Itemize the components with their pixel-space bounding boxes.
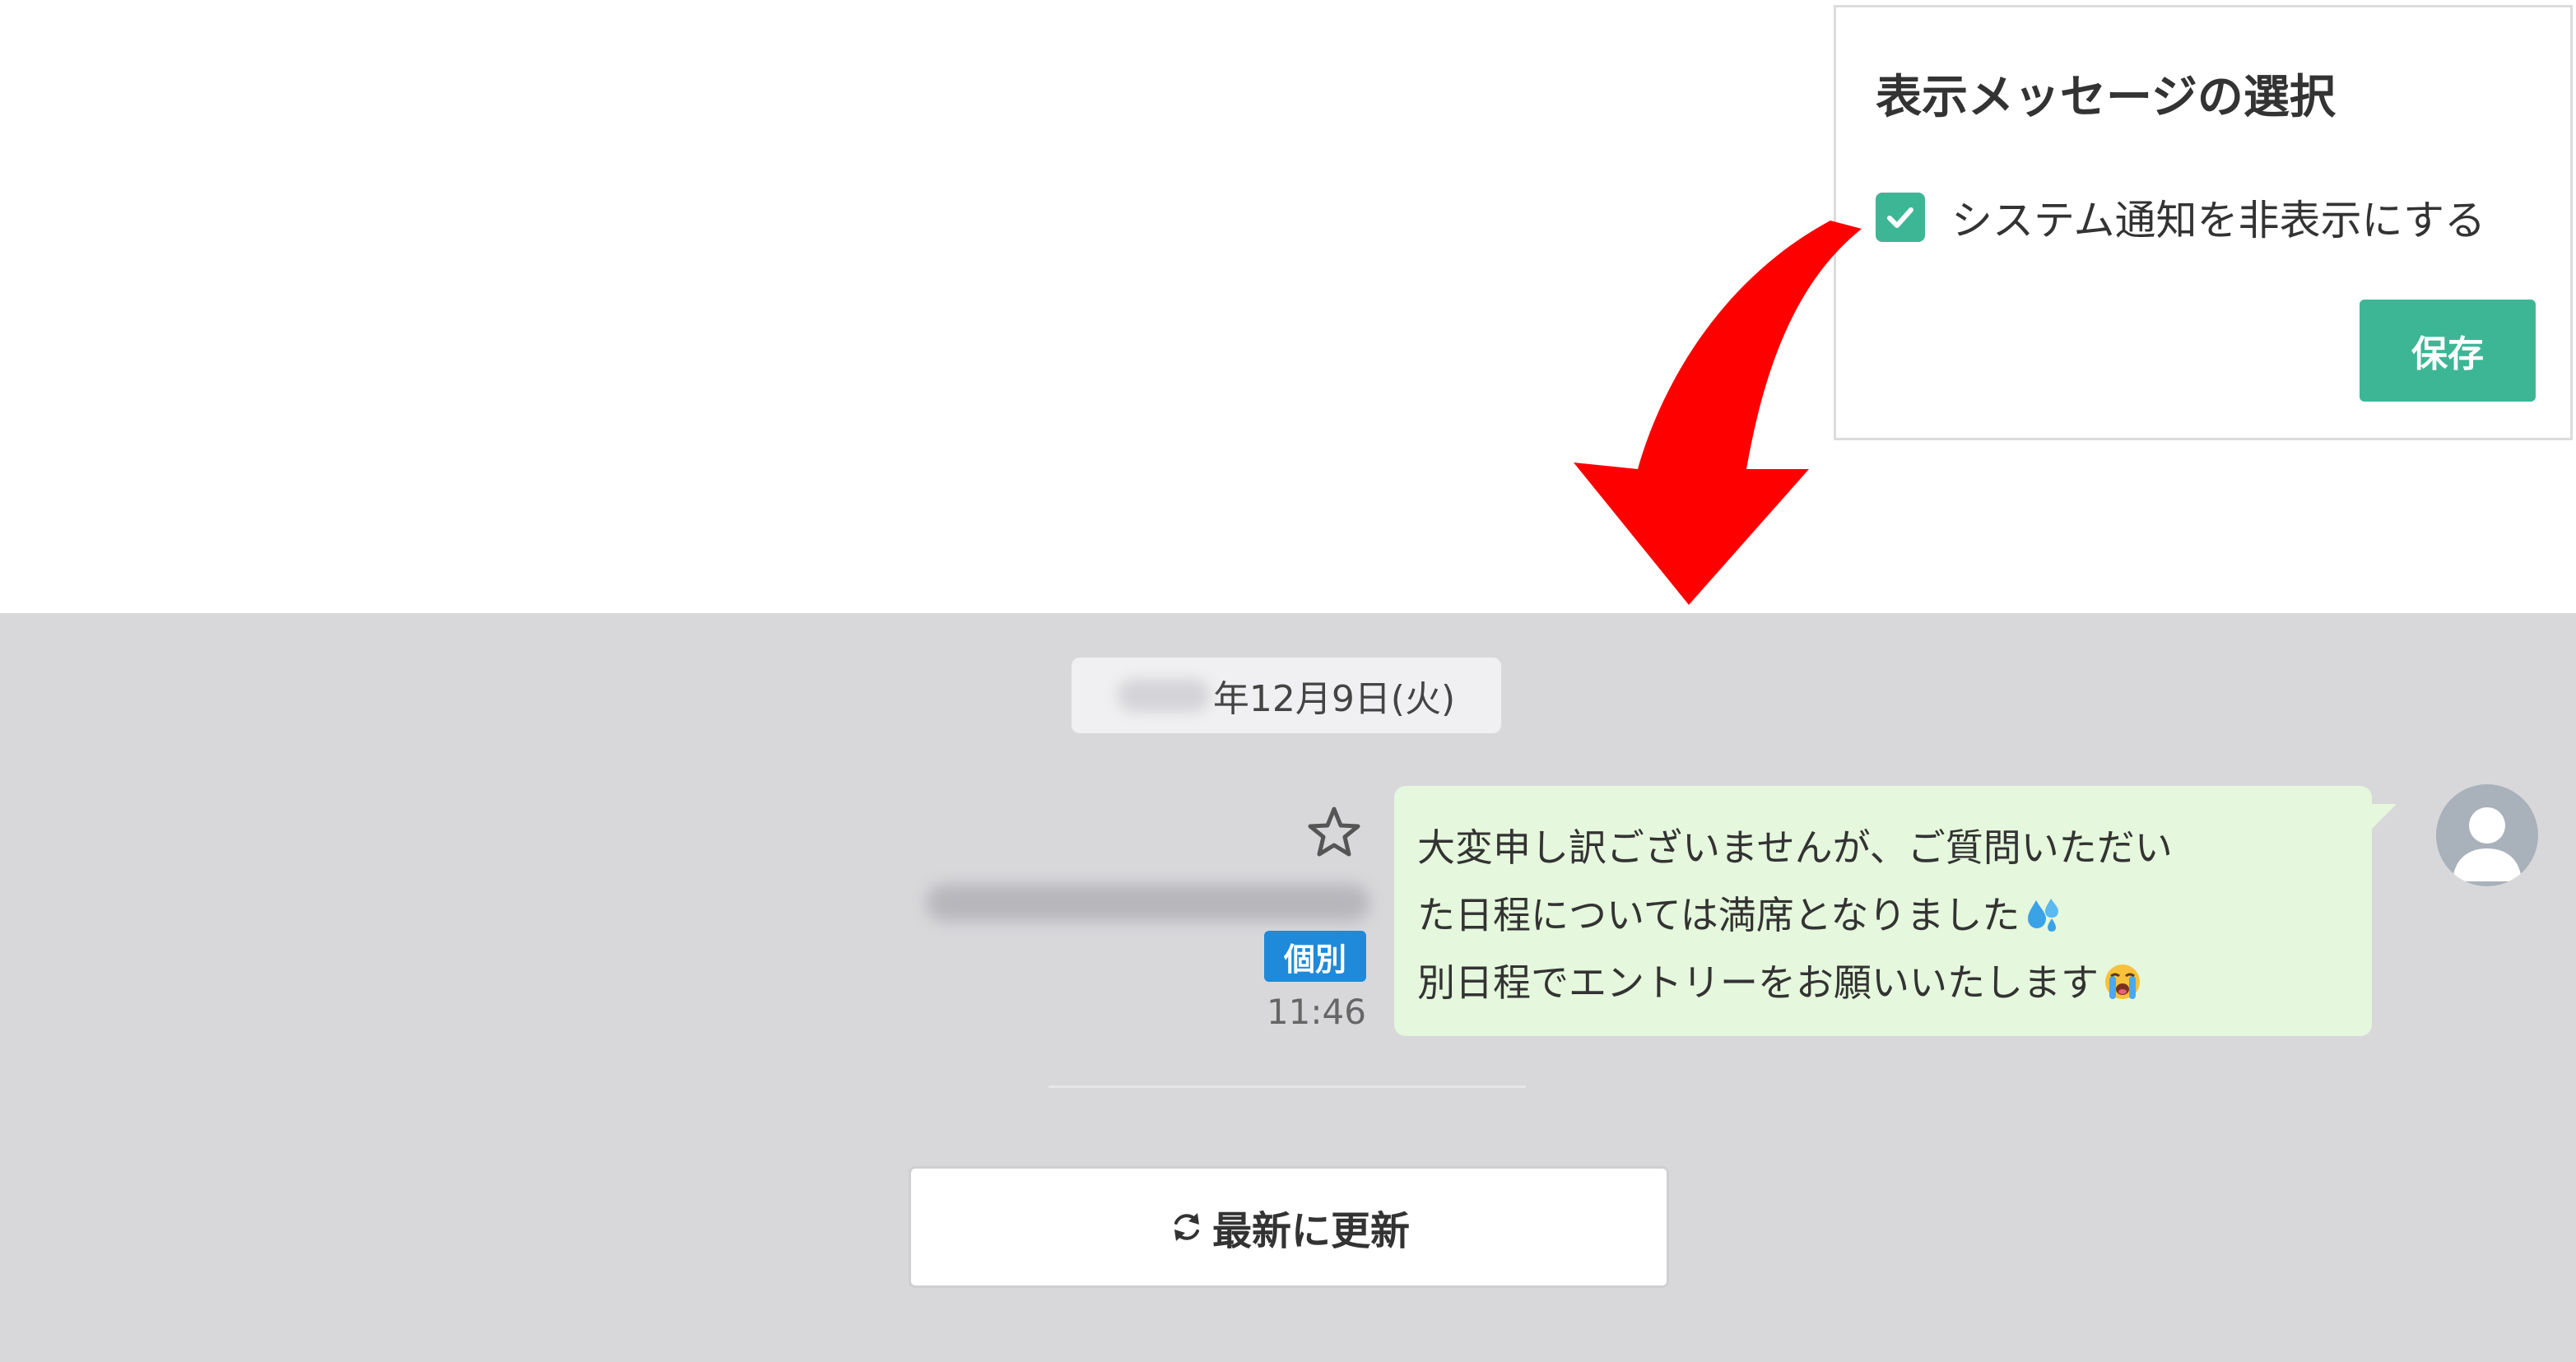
date-separator: 年12月9日(火)	[1072, 658, 1501, 733]
star-icon[interactable]	[1305, 804, 1363, 862]
checkmark-icon	[1887, 207, 1913, 228]
individual-badge: 個別	[1264, 931, 1366, 982]
date-label: 年12月9日(火)	[1212, 678, 1456, 720]
divider	[1049, 1085, 1526, 1088]
user-silhouette-icon	[2453, 807, 2522, 881]
chat-message-area: 年12月9日(火) 個別 11:46 大変申し訳ございませんが、ご質問いただい …	[0, 613, 2576, 1362]
blurred-recipient-name	[927, 885, 1369, 921]
sweat-droplets-icon	[2028, 899, 2059, 932]
hide-system-notifications-label: システム通知を非表示にする	[1951, 197, 2485, 244]
message-time: 11:46	[1266, 992, 1366, 1032]
message-line: 別日程でエントリーをお願いいたします	[1417, 949, 2349, 1016]
refresh-icon	[1174, 1213, 1199, 1241]
save-button[interactable]: 保存	[2360, 300, 2536, 402]
refresh-button-label: 最新に更新	[1211, 1208, 1410, 1254]
avatar	[2436, 784, 2538, 886]
hide-system-notifications-option[interactable]: システム通知を非表示にする	[1876, 188, 2485, 246]
message-display-settings-popup: 表示メッセージの選択 システム通知を非表示にする 保存	[1834, 5, 2573, 440]
message-line: た日程については満席となりました	[1417, 881, 2349, 949]
popup-title: 表示メッセージの選択	[1876, 71, 2336, 124]
hide-system-notifications-checkbox[interactable]	[1876, 193, 1925, 242]
refresh-button[interactable]: 最新に更新	[909, 1166, 1669, 1288]
message-bubble: 大変申し訳ございませんが、ご質問いただい た日程については満席となりました 別日…	[1394, 786, 2397, 1036]
message-line: 大変申し訳ございませんが、ご質問いただい	[1417, 825, 2173, 870]
blurred-year	[1117, 679, 1210, 712]
loudly-crying-face-icon	[2105, 965, 2140, 999]
